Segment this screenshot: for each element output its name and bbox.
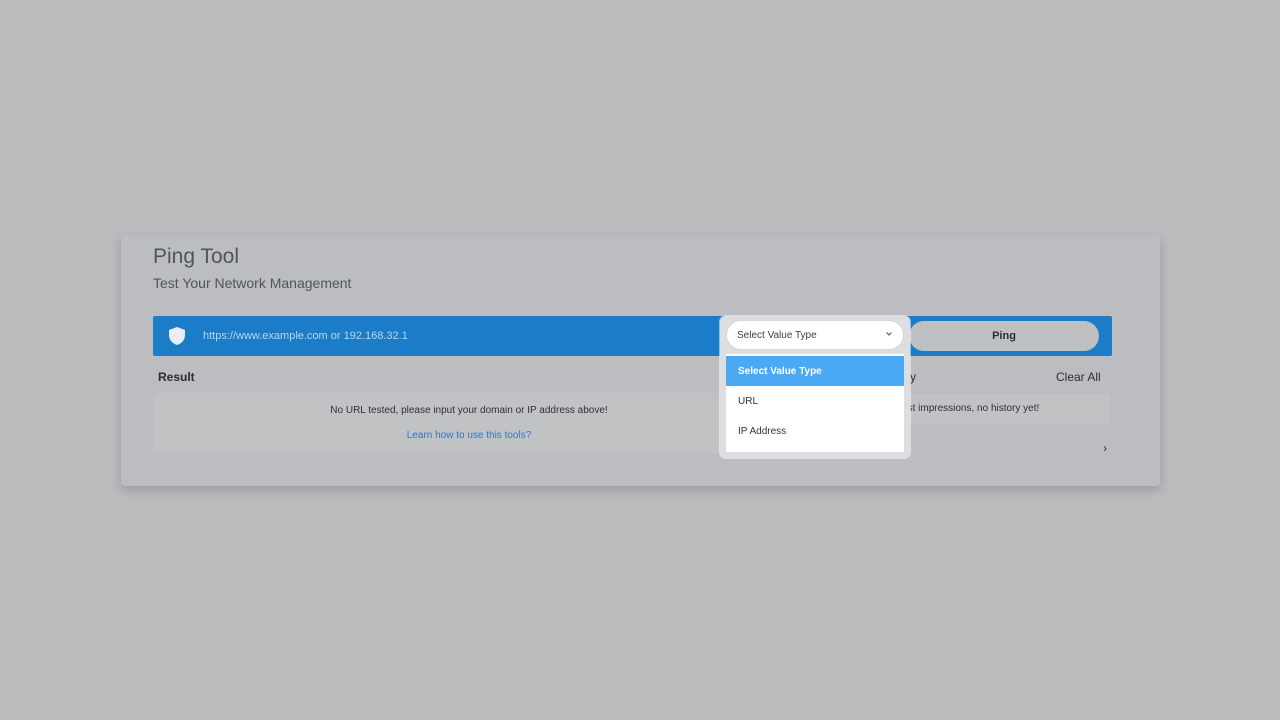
- clear-all-button[interactable]: Clear All: [1056, 370, 1101, 384]
- option-url[interactable]: URL: [726, 386, 904, 416]
- chevron-down-icon: [886, 332, 892, 336]
- value-type-select[interactable]: Select Value Type: [726, 320, 904, 350]
- ping-tool-card: Ping Tool Test Your Network Management P…: [121, 235, 1160, 486]
- option-select-value-type[interactable]: Select Value Type: [726, 356, 904, 386]
- dropdown-menu: Select Value Type URL IP Address: [726, 354, 904, 452]
- history-panel: u' first impressions, no history yet!: [881, 394, 1110, 424]
- result-panel: No URL tested, please input your domain …: [153, 393, 785, 453]
- select-current-value: Select Value Type: [737, 330, 817, 341]
- page-title: Ping Tool: [153, 245, 240, 268]
- ping-button[interactable]: Ping: [909, 321, 1099, 351]
- page-subtitle: Test Your Network Management: [153, 275, 352, 291]
- value-type-dropdown: Select Value Type Select Value Type URL …: [720, 316, 910, 458]
- history-message: u' first impressions, no history yet!: [889, 403, 1040, 414]
- chevron-right-icon[interactable]: ›: [1103, 441, 1107, 455]
- option-ip-address[interactable]: IP Address: [726, 416, 904, 446]
- result-heading: Result: [158, 370, 195, 384]
- learn-how-link[interactable]: Learn how to use this tools?: [153, 430, 785, 441]
- shield-icon: [169, 327, 185, 345]
- result-message: No URL tested, please input your domain …: [330, 405, 608, 416]
- url-input[interactable]: [203, 325, 703, 347]
